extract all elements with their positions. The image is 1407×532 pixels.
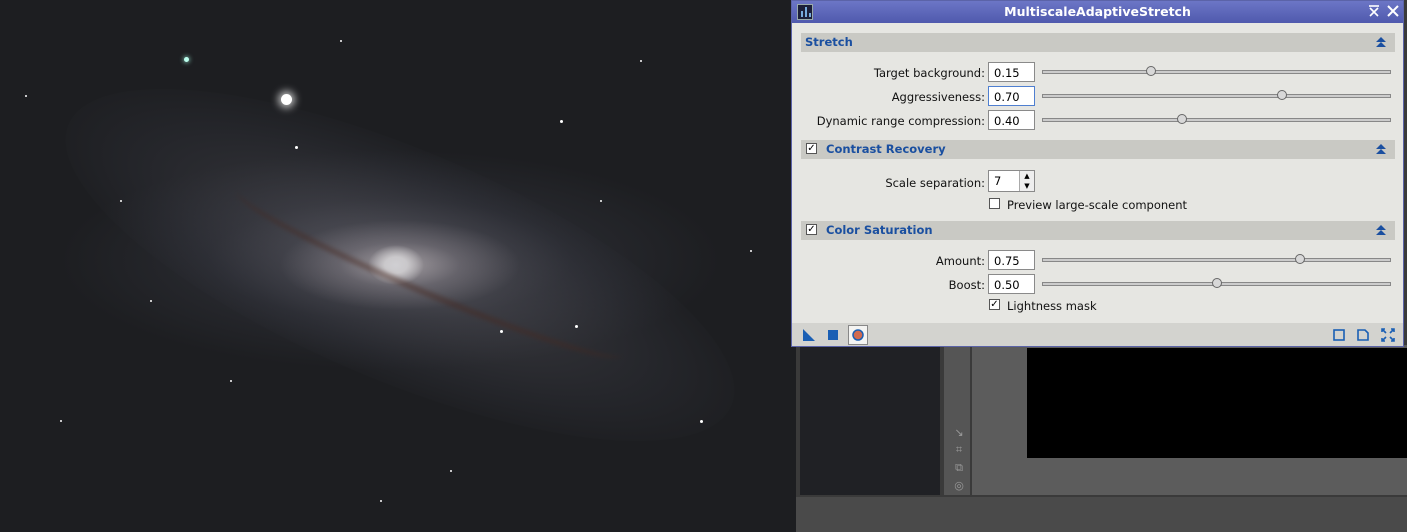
amount-input[interactable]: 0.75: [988, 250, 1035, 270]
star: [560, 120, 563, 123]
preview-large-scale-checkbox[interactable]: [989, 198, 1000, 209]
section-contrast-recovery[interactable]: ✓ Contrast Recovery: [801, 140, 1395, 159]
dynamic-range-input[interactable]: 0.40: [988, 110, 1035, 130]
contrast-recovery-checkbox[interactable]: ✓: [806, 143, 817, 154]
boost-input[interactable]: 0.50: [988, 274, 1035, 294]
preview-large-scale-label: Preview large-scale component: [1007, 198, 1188, 212]
aggressiveness-input[interactable]: 0.70: [988, 86, 1035, 106]
dialog-footer: [792, 323, 1403, 346]
star: [25, 95, 27, 97]
section-stretch[interactable]: Stretch: [801, 33, 1395, 52]
apply-global-icon[interactable]: [826, 328, 840, 342]
collapse-icon[interactable]: [1375, 224, 1387, 236]
amount-label: Amount:: [935, 254, 985, 268]
star: [380, 500, 382, 502]
star: [575, 325, 578, 328]
resize-icon[interactable]: ↘: [952, 426, 966, 439]
scale-separation-label: Scale separation:: [885, 176, 985, 190]
star: [340, 40, 342, 42]
dynamic-range-label: Dynamic range compression:: [816, 114, 985, 128]
section-color-saturation[interactable]: ✓ Color Saturation: [801, 221, 1395, 240]
slider-handle[interactable]: [1277, 90, 1288, 100]
collapse-icon[interactable]: [1375, 36, 1387, 48]
dialog-title: MultiscaleAdaptiveStretch: [1004, 4, 1191, 19]
image-thumbnail[interactable]: [800, 345, 940, 495]
spin-arrows[interactable]: ▲ ▼: [1019, 171, 1034, 191]
dynamic-range-slider[interactable]: [1042, 114, 1391, 124]
new-instance-icon[interactable]: [802, 328, 816, 342]
lightness-mask-checkbox[interactable]: ✓: [989, 299, 1000, 310]
star: [184, 57, 189, 62]
browse-docs-icon[interactable]: [1332, 328, 1346, 342]
star: [295, 146, 298, 149]
star: [230, 380, 232, 382]
target-background-input[interactable]: 0.15: [988, 62, 1035, 82]
lightness-mask-label: Lightness mask: [1007, 299, 1097, 313]
fit-view-icon[interactable]: ⌗: [952, 443, 966, 457]
amount-slider[interactable]: [1042, 254, 1391, 264]
spin-down-icon[interactable]: ▼: [1020, 181, 1034, 191]
slider-handle[interactable]: [1176, 114, 1187, 124]
star: [750, 250, 752, 252]
slider-handle[interactable]: [1294, 254, 1305, 264]
clone-view-icon[interactable]: ⧉: [952, 461, 966, 475]
spin-up-icon[interactable]: ▲: [1020, 171, 1034, 181]
process-dialog: MultiscaleAdaptiveStretch Stretch Target…: [791, 0, 1404, 347]
collapse-icon[interactable]: [1375, 143, 1387, 155]
slider-handle[interactable]: [1145, 66, 1156, 76]
workspace-bottom: [796, 497, 1407, 532]
boost-slider[interactable]: [1042, 278, 1391, 288]
target-background-slider[interactable]: [1042, 66, 1391, 76]
shade-button-icon[interactable]: [1368, 5, 1380, 20]
dialog-title-bar[interactable]: MultiscaleAdaptiveStretch: [792, 1, 1403, 23]
star: [450, 470, 452, 472]
color-saturation-checkbox[interactable]: ✓: [806, 224, 817, 235]
real-time-preview-icon[interactable]: [848, 325, 868, 345]
star: [700, 420, 703, 423]
aggressiveness-label: Aggressiveness:: [891, 90, 985, 104]
target-background-label: Target background:: [873, 66, 985, 80]
section-saturation-title: Color Saturation: [826, 223, 933, 237]
bright-star: [281, 94, 292, 105]
star: [500, 330, 503, 333]
section-stretch-title: Stretch: [805, 35, 853, 49]
track-view-icon[interactable]: [1356, 328, 1370, 342]
scale-separation-value: 7: [994, 174, 1002, 188]
boost-label: Boost:: [948, 278, 985, 292]
star: [120, 200, 122, 202]
star: [150, 300, 152, 302]
reset-icon[interactable]: [1381, 328, 1395, 342]
aggressiveness-slider[interactable]: [1042, 90, 1391, 100]
star: [640, 60, 642, 62]
star: [600, 200, 602, 202]
star: [60, 420, 62, 422]
target-icon[interactable]: ◎: [952, 479, 966, 492]
slider-handle[interactable]: [1211, 278, 1222, 288]
section-contrast-title: Contrast Recovery: [826, 142, 946, 156]
preview-image[interactable]: [1027, 348, 1407, 458]
close-button-icon[interactable]: [1387, 5, 1399, 21]
scale-separation-spinbox[interactable]: 7 ▲ ▼: [988, 170, 1035, 192]
image-view-andromeda[interactable]: [0, 0, 796, 532]
